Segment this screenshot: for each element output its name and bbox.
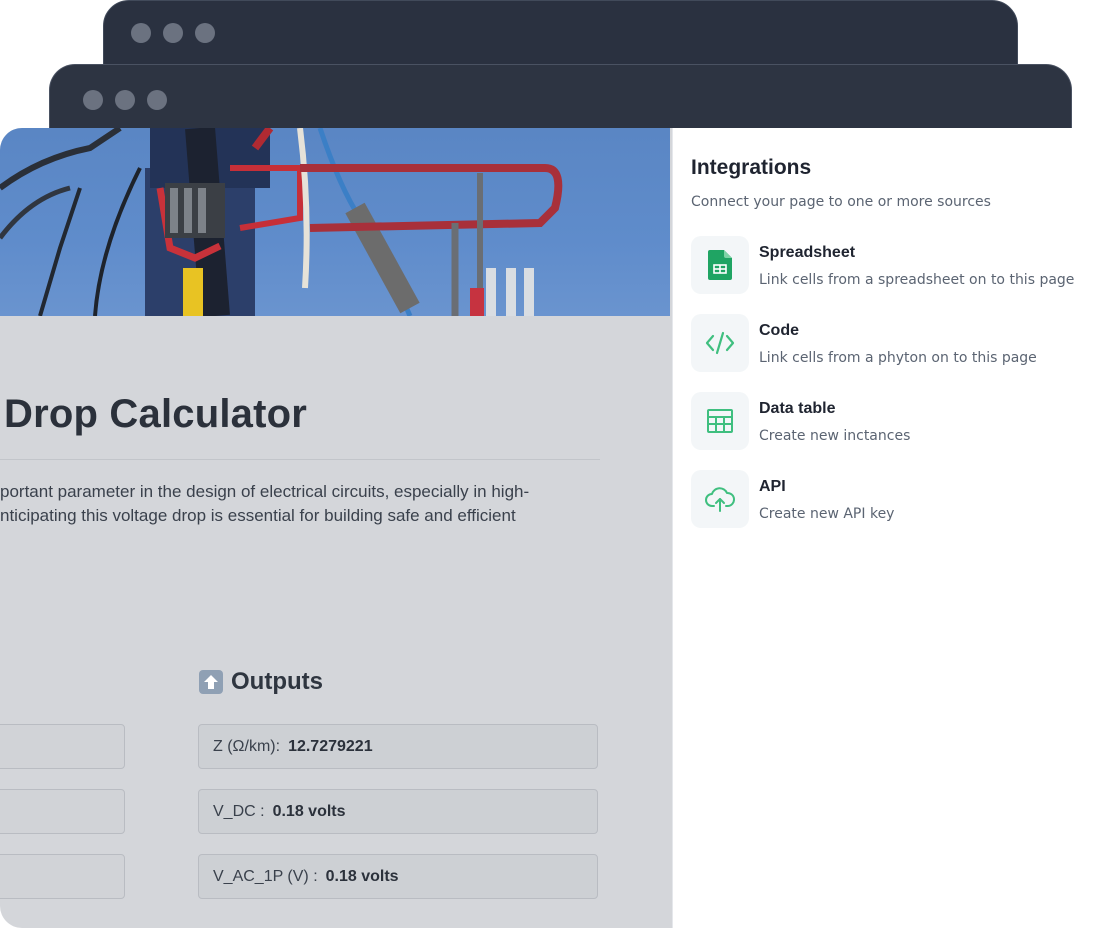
input-field[interactable] — [0, 854, 125, 899]
item-desc: Create new API key — [759, 506, 895, 522]
item-title: Spreadsheet — [759, 244, 856, 261]
outputs-heading: Outputs — [199, 668, 323, 696]
output-value: 0.18 volts — [325, 867, 399, 885]
output-label: V_DC : — [213, 802, 265, 820]
description-line: portant parameter in the design of elect… — [0, 482, 530, 501]
item-desc: Link cells from a spreadsheet on to this… — [759, 272, 1075, 288]
integration-api[interactable]: API Create new API key — [691, 470, 1111, 530]
window-dot — [163, 23, 183, 43]
window-dot — [195, 23, 215, 43]
code-icon — [691, 314, 749, 372]
window-dot — [147, 90, 167, 110]
input-field[interactable] — [0, 724, 125, 769]
cloud-upload-icon — [691, 470, 749, 528]
output-field-vdc: V_DC : 0.18 volts — [198, 789, 598, 834]
hero-image — [0, 128, 670, 316]
item-desc: Link cells from a phyton on to this page — [759, 350, 1037, 366]
calculator-page: Drop Calculator portant parameter in the… — [0, 128, 672, 928]
integration-spreadsheet[interactable]: Spreadsheet Link cells from a spreadshee… — [691, 236, 1111, 296]
output-field-vac: V_AC_1P (V) : 0.18 volts — [198, 854, 598, 899]
page-description: portant parameter in the design of elect… — [0, 480, 600, 528]
panel-title: Integrations — [691, 156, 812, 179]
item-title: API — [759, 478, 786, 495]
outputs-title: Outputs — [231, 668, 323, 695]
output-label: V_AC_1P (V) : — [213, 867, 318, 885]
window-dot — [131, 23, 151, 43]
output-label: Z (Ω/km): — [213, 737, 281, 755]
window-controls — [83, 90, 167, 110]
integration-data-table[interactable]: Data table Create new inctances — [691, 392, 1111, 452]
output-field-z: Z (Ω/km): 12.7279221 — [198, 724, 598, 769]
divider — [0, 459, 600, 460]
output-value: 0.18 volts — [272, 802, 346, 820]
spreadsheet-icon — [691, 236, 749, 294]
window-dot — [115, 90, 135, 110]
item-desc: Create new inctances — [759, 428, 911, 444]
window-dot — [83, 90, 103, 110]
integrations-panel: Integrations Connect your page to one or… — [672, 128, 1120, 928]
item-title: Data table — [759, 400, 836, 417]
hero-illustration — [0, 128, 563, 316]
output-value: 12.7279221 — [288, 737, 373, 755]
integration-code[interactable]: Code Link cells from a phyton on to this… — [691, 314, 1111, 374]
description-line: nticipating this voltage drop is essenti… — [0, 506, 516, 525]
input-field[interactable] — [0, 789, 125, 834]
up-arrow-icon — [199, 670, 223, 694]
page-title: Drop Calculator — [4, 392, 308, 436]
window-controls — [131, 23, 215, 43]
table-icon — [691, 392, 749, 450]
panel-subtitle: Connect your page to one or more sources — [691, 194, 991, 210]
item-title: Code — [759, 322, 799, 339]
